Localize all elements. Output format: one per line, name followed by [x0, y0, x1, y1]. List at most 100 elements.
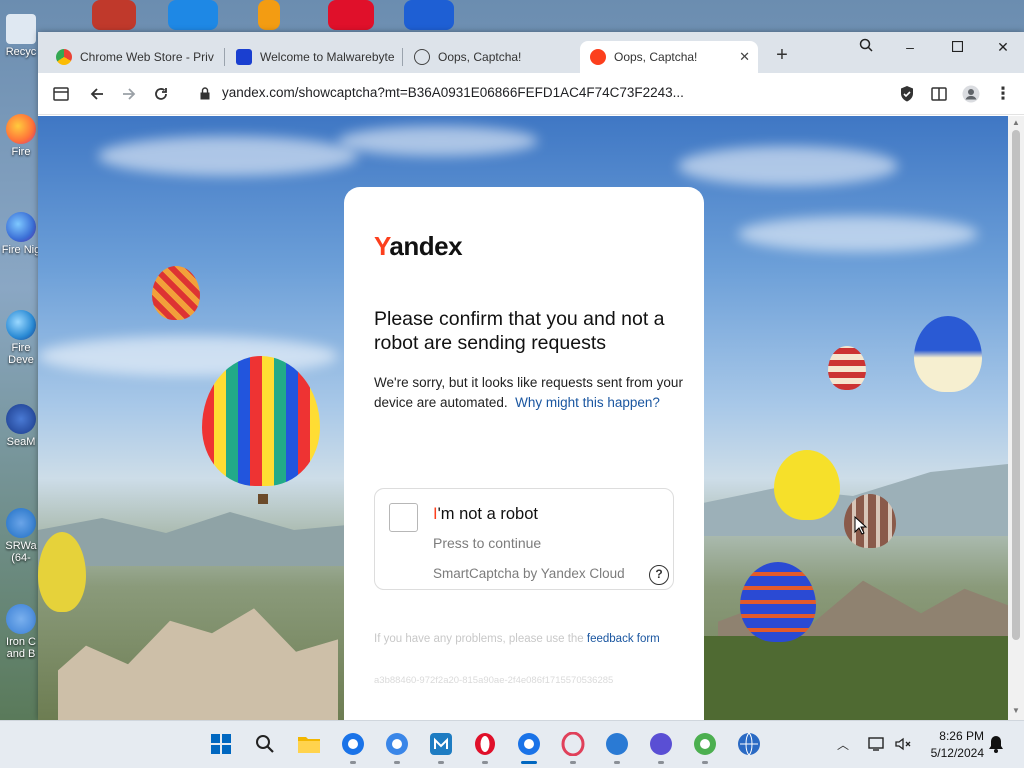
tab-separator [402, 48, 403, 66]
hot-air-balloon [740, 562, 816, 642]
search-tabs-icon[interactable] [852, 36, 880, 58]
firefox-icon [6, 114, 36, 144]
volume-muted-icon[interactable] [890, 731, 916, 757]
vertical-scrollbar[interactable]: ▲ ▼ [1008, 116, 1024, 720]
desktop-icon-label: Fire [11, 146, 31, 158]
tab-bar: Chrome Web Store - Priv Welcome to Malwa… [38, 32, 1024, 73]
tab-separator [224, 48, 225, 66]
srware-iron-icon [6, 508, 36, 538]
new-tab-button[interactable]: + [770, 44, 794, 66]
cloud [678, 146, 898, 186]
cloud [98, 136, 358, 176]
firefox-nightly-icon[interactable] [648, 731, 674, 757]
browser-window: Chrome Web Store - Priv Welcome to Malwa… [38, 32, 1024, 720]
menu-kebab-icon[interactable]: ⋮ [990, 81, 1016, 107]
desktop-icon-firefox-dev[interactable]: Fire Deve [0, 310, 42, 366]
tab-oops-captcha-active[interactable]: Oops, Captcha! ✕ [580, 41, 758, 73]
desktop-icon-label: SeaM [6, 436, 36, 448]
maximize-button[interactable] [943, 36, 971, 58]
desktop-icon-label: Fire Nig [1, 244, 41, 256]
help-icon[interactable]: ? [649, 565, 669, 585]
yandex-logo: Yandex [374, 231, 463, 262]
close-window-button[interactable]: ✕ [989, 36, 1017, 58]
desktop-icon-label: Recyc [5, 46, 37, 58]
problems-text: If you have any problems, please use the [374, 633, 584, 645]
hot-air-balloon [202, 356, 320, 486]
scroll-up-arrow-icon[interactable]: ▲ [1008, 118, 1024, 127]
not-robot-checkbox[interactable] [389, 503, 418, 532]
minimize-button[interactable]: – [896, 36, 924, 58]
distant-hills [38, 512, 358, 566]
desktop-icon-label: Iron C and B [6, 636, 36, 660]
firefox-icon[interactable] [604, 731, 630, 757]
cloud [738, 216, 978, 252]
press-to-continue-text: Press to continue [433, 535, 542, 551]
tab-title: Oops, Captcha! [438, 50, 522, 64]
browser-toolbar: yandex.com/showcaptcha?mt=B36A0931E06866… [38, 73, 1024, 115]
show-hidden-icons-chevron-icon[interactable]: ︿ [837, 736, 849, 753]
tab-oops-captcha-1[interactable]: Oops, Captcha! [404, 41, 578, 73]
maxthon-icon[interactable] [428, 731, 454, 757]
notification-bell-icon[interactable] [988, 735, 1004, 758]
desktop-icon-label: SRWa (64- [5, 540, 37, 564]
opera-gx-icon[interactable] [560, 731, 586, 757]
running-indicator [702, 761, 708, 764]
srware-iron-icon[interactable] [692, 731, 718, 757]
logo-letter: Y [374, 231, 390, 261]
not-robot-label[interactable]: I'm not a robot [433, 505, 538, 524]
hot-air-balloon [828, 346, 866, 390]
chrome-icon[interactable] [516, 731, 542, 757]
lock-icon[interactable] [200, 87, 210, 105]
globe-browser-icon[interactable] [736, 731, 762, 757]
desktop-icon-srware[interactable]: SRWa (64- [0, 508, 42, 564]
desktop-icon-iron[interactable]: Iron C and B [0, 604, 42, 660]
network-icon[interactable] [864, 731, 890, 757]
desktop-icon-firefox[interactable]: Fire [0, 114, 42, 158]
desktop-icon-firefox-nightly[interactable]: Fire Nig [0, 212, 42, 256]
tab-chrome-web-store[interactable]: Chrome Web Store - Priv [46, 41, 216, 73]
taskbar: ︿ 8:26 PM 5/12/2024 [0, 720, 1024, 768]
globe-icon [414, 49, 430, 65]
shield-icon[interactable] [894, 81, 920, 107]
hot-air-balloon [38, 532, 86, 612]
file-explorer-icon[interactable] [296, 731, 322, 757]
desktop-app-strip-2 [168, 0, 218, 30]
hot-air-balloon [152, 266, 200, 320]
why-link[interactable]: Why might this happen? [515, 395, 660, 410]
split-view-icon[interactable] [926, 81, 952, 107]
clock-time[interactable]: 8:26 PM [934, 729, 984, 743]
smartcaptcha-brand: SmartCaptcha by Yandex Cloud [433, 566, 625, 581]
desktop-app-strip-4 [328, 0, 374, 30]
problems-notice: If you have any problems, please use the… [374, 631, 674, 647]
desktop-icon-recycle-bin[interactable]: Recyc [0, 14, 42, 58]
desktop-icon-seamonkey[interactable]: SeaM [0, 404, 42, 448]
chrome-beta-icon[interactable] [384, 731, 410, 757]
recycle-bin-icon [6, 14, 36, 44]
feedback-form-link[interactable]: feedback form [587, 633, 660, 645]
search-icon[interactable] [252, 731, 278, 757]
scrollbar-thumb[interactable] [1012, 130, 1020, 640]
desktop-app-strip-3 [258, 0, 280, 30]
tab-malwarebytes[interactable]: Welcome to Malwarebyte [226, 41, 396, 73]
back-button[interactable] [84, 81, 110, 107]
scroll-down-arrow-icon[interactable]: ▼ [1008, 706, 1024, 715]
address-bar[interactable]: yandex.com/showcaptcha?mt=B36A0931E06866… [222, 85, 684, 100]
desktop-icon-label: Fire Deve [8, 342, 34, 366]
forward-button[interactable] [116, 81, 142, 107]
valley-trees [698, 636, 1008, 720]
firefox-developer-icon [6, 310, 36, 340]
captcha-checkbox-widget[interactable]: I'm not a robot Press to continue SmartC… [374, 488, 674, 590]
running-indicator [570, 761, 576, 764]
profile-avatar-icon[interactable] [958, 81, 984, 107]
reload-button[interactable] [148, 81, 174, 107]
hot-air-balloon [844, 494, 896, 548]
opera-icon[interactable] [472, 731, 498, 757]
clock-date[interactable]: 5/12/2024 [920, 746, 984, 760]
sidebar-icon[interactable] [48, 81, 74, 107]
running-indicator [482, 761, 488, 764]
tab-close-icon[interactable]: ✕ [739, 49, 750, 65]
start-button[interactable] [208, 731, 234, 757]
balloon-basket [258, 494, 268, 504]
tab-title: Welcome to Malwarebyte [260, 50, 395, 64]
chrome-canary-icon[interactable] [340, 731, 366, 757]
